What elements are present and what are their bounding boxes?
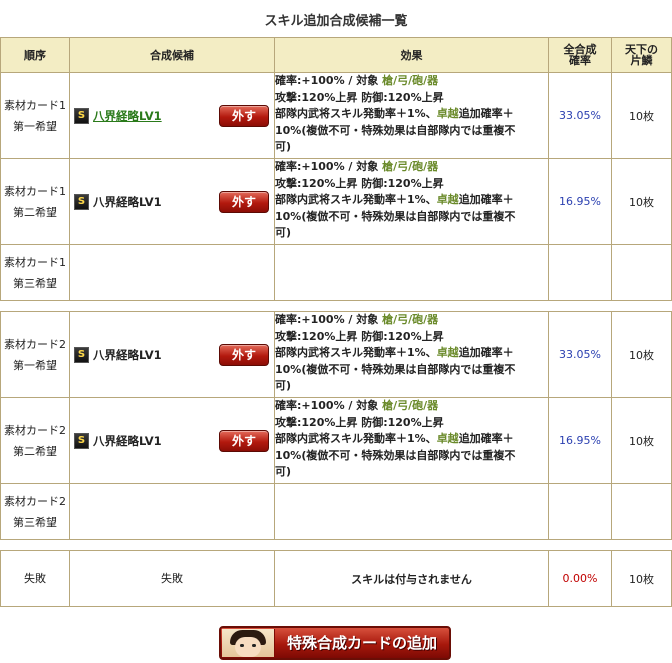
table-row: 素材カード1 第二希望 S 八界経略LV1 外す 確率:+100% / 対象 槍/弓… [0,158,672,245]
total-rate: 16.95% [548,158,612,245]
header-total-rate: 全合成 確率 [548,37,612,73]
add-special-card-button[interactable]: 特殊合成カードの追加 [219,626,451,660]
effect-cell-empty [274,483,549,540]
shard-count: 10枚 [611,72,672,159]
header-candidate: 合成候補 [69,37,275,73]
skill-name: 八界経略LV1 [93,433,162,448]
remove-button[interactable]: 外す [219,190,269,213]
total-rate: 33.05% [548,311,612,398]
count-cell-empty [611,483,672,540]
page-title: スキル追加合成候補一覧 [264,14,408,29]
failure-rate: 0.00% [548,550,612,607]
effect-cell: 確率:+100% / 対象 槍/弓/砲/器 攻撃:120%上昇 防御:120%上… [274,311,549,398]
table-header: 順序 合成候補 効果 全合成 確率 天下の 片鱗 [0,37,672,73]
skill-s-icon: S [74,346,89,363]
effect-cell: 確率:+100% / 対象 槍/弓/砲/器 攻撃:120%上昇 防御:120%上… [274,158,549,245]
candidate-cell-empty [69,244,275,301]
skill-s-icon: S [74,432,89,449]
failure-order: 失敗 [0,550,70,607]
candidate-table-1: 順序 合成候補 効果 全合成 確率 天下の 片鱗 素材カード1 第一希望 S 八界経略L… [0,37,672,301]
add-special-card-label: 特殊合成カードの追加 [286,634,437,652]
shard-count: 10枚 [611,311,672,398]
order-label: 素材カード1 第二希望 [0,158,70,245]
order-label: 素材カード1 第一希望 [0,72,70,159]
remove-button[interactable]: 外す [219,429,269,452]
skill-link[interactable]: 八界経略LV1 [93,108,162,124]
skill-s-icon: S [74,107,89,124]
candidate-cell: S 八界経略LV1 外す [69,158,275,245]
skill-s-icon: S [74,193,89,210]
header-effect: 効果 [274,37,549,73]
shard-count: 10枚 [611,397,672,484]
candidate-cell: S 八界経略LV1 外す [69,311,275,398]
order-label: 素材カード1 第三希望 [0,244,70,301]
remove-button[interactable]: 外す [219,343,269,366]
effect-cell: 確率:+100% / 対象 槍/弓/砲/器 攻撃:120%上昇 防御:120%上… [274,397,549,484]
count-cell-empty [611,244,672,301]
table-row: 素材カード1 第三希望 [0,244,672,301]
header-order: 順序 [0,37,70,73]
skill-name: 八界経略LV1 [93,194,162,209]
order-label: 素材カード2 第一希望 [0,311,70,398]
table-row: 素材カード2 第二希望 S 八界経略LV1 外す 確率:+100% / 対象 槍/弓… [0,397,672,484]
failure-count: 10枚 [611,550,672,607]
order-label: 素材カード2 第三希望 [0,483,70,540]
failure-effect: スキルは付与されません [274,550,549,607]
total-rate: 33.05% [548,72,612,159]
character-portrait-icon [222,629,275,657]
total-rate: 16.95% [548,397,612,484]
remove-button[interactable]: 外す [219,104,269,127]
effect-cell-empty [274,244,549,301]
skill-name: 八界経略LV1 [93,347,162,362]
failure-table: 失敗 失敗 スキルは付与されません 0.00% 10枚 [0,550,672,607]
header-shards: 天下の 片鱗 [611,37,672,73]
rate-cell-empty [548,244,612,301]
candidate-cell-empty [69,483,275,540]
effect-cell: 確率:+100% / 対象 槍/弓/砲/器 攻撃:120%上昇 防御:120%上… [274,72,549,159]
table-row: 素材カード1 第一希望 S 八界経略LV1 外す 確率:+100% / 対象 槍/弓… [0,72,672,159]
candidate-cell: S 八界経略LV1 外す [69,397,275,484]
table-row: 素材カード2 第一希望 S 八界経略LV1 外す 確率:+100% / 対象 槍/弓… [0,311,672,398]
rate-cell-empty [548,483,612,540]
order-label: 素材カード2 第二希望 [0,397,70,484]
table-row: 素材カード2 第三希望 [0,483,672,540]
failure-row: 失敗 失敗 スキルは付与されません 0.00% 10枚 [0,550,672,607]
shard-count: 10枚 [611,158,672,245]
candidate-cell: S 八界経略LV1 外す [69,72,275,159]
candidate-table-2: 素材カード2 第一希望 S 八界経略LV1 外す 確率:+100% / 対象 槍/弓… [0,311,672,540]
failure-candidate: 失敗 [69,550,275,607]
